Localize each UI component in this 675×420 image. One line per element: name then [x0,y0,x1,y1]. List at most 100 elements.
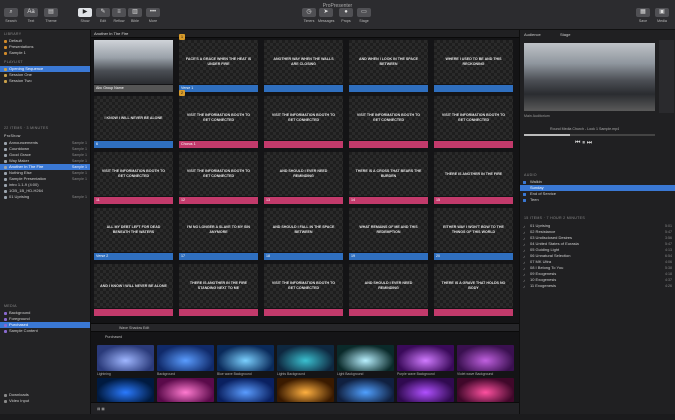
audio-playlist-item[interactable]: Teen [520,197,675,203]
playlist-icon [4,79,7,83]
slide[interactable]: ANOTHER WAY WHEN THE WALLS ARE CLOSING [264,40,343,93]
slide[interactable]: WHERE I USED TO BE AND THIS RECKONING [434,40,513,93]
stage-button[interactable]: ▭ Stage [357,8,371,28]
library-item-label: Sample 1 [9,50,26,55]
media-label: Blue wave Background [217,372,252,376]
list-view-icon[interactable]: ▤ ▦ [97,403,105,415]
slide[interactable]: THERE IS A CROSS THAT BEARS THE BURDEN 14 [349,152,428,205]
presentation-title: Another In The Fire [91,30,519,38]
slide[interactable]: VISIT THE INFORMATION BOOTH TO GET CONNE… [179,90,258,149]
media-image [457,345,514,371]
song-item-label: Countdown [9,146,30,151]
slide[interactable]: ALL MY DEBT LEFT FOR DEAD BENEATH THE WA… [94,208,173,261]
slide[interactable]: VISIT THE INFORMATION BOOTH TO GET CONNE… [434,96,513,149]
reflow-button[interactable]: ≡ Reflow [112,8,126,28]
footer-icon [4,393,7,397]
messages-button[interactable]: ➤ Messages [318,8,334,28]
audio-playlist-label: End of Service [530,191,557,196]
slide-text: THERE IS A GRAVE THAT HOLDS NO BODY [434,264,513,308]
timers-button[interactable]: ◷ Timers [302,8,316,28]
playlist-header: PLAYLIST [4,60,23,64]
right-panel: Audience Stage Main Auditorium Round Med… [519,30,675,414]
audio-playlists: Walkin Sunday End of Service Teen [520,179,675,203]
slide[interactable]: VISIT THE INFORMATION BOOTH TO GET CONNE… [264,96,343,149]
media-image [277,345,334,371]
slide[interactable]: I KNOW I WILL NEVER BE ALONE 6 [94,96,173,149]
slide[interactable]: VISIT THE INFORMATION BOOTH TO GET CONNE… [179,152,258,205]
media-label: Background [157,372,176,376]
bible-button[interactable]: ▥ Bible [128,8,142,28]
slide[interactable]: WHAT REMAINS OF ME AND THIS REDEMPTION 19 [349,208,428,261]
slide[interactable]: I'M NO LONGER A SLAVE TO MY SIN ANYMORE 1… [179,208,258,261]
media-folder-icon [4,317,7,321]
props-button[interactable]: ● Props [339,8,353,28]
media-label: Lights Background [277,372,306,376]
media-label: Purple wave Background [397,372,435,376]
slide-label-bar: 15 [434,197,513,204]
media-tab[interactable]: Purchased [91,333,519,342]
stage-tab[interactable]: Stage [560,32,570,37]
save-button[interactable]: ▦ Save [636,8,650,28]
slide-label-bar [264,309,343,316]
slide-text: VISIT THE INFORMATION BOOTH TO GET CONNE… [179,96,258,140]
more-button[interactable]: ••• More [146,8,160,28]
show-button[interactable]: ▶ Show [78,8,92,28]
playlist-item[interactable]: Session Two [0,78,90,84]
slide-group-badge: 2 [179,90,185,96]
text-button[interactable]: Aa Text [24,8,38,28]
slide[interactable]: VISIT THE INFORMATION BOOTH TO GET CONNE… [264,264,343,317]
left-footer: Downloads Video Input [0,392,90,404]
library-item[interactable]: Sample 1 [0,50,90,56]
slide[interactable]: THERE IS ANOTHER IN THE FIRE STANDING NE… [179,264,258,317]
slide[interactable]: THERE IS ANOTHER IN THE FIRE 15 [434,152,513,205]
edit-button[interactable]: ✎ Edit [96,8,110,28]
slide-text: AND SHOULD I EVER NEED REMINDING [264,152,343,196]
media-image [157,378,214,402]
song-item[interactable]: 01 Uprising Sample 1 [0,194,90,200]
search-button[interactable]: ⌕ Search [4,8,18,28]
slide-text: THERE IS ANOTHER IN THE FIRE STANDING NE… [179,264,258,308]
media-label: Lightning [97,372,111,376]
more-icon: ••• [146,8,160,17]
playback-controls[interactable]: ⏮ ⏸ ⏭ [575,140,592,147]
slide-text: AND SHOULD I FALL IN THE SPACE BETWEEN [264,208,343,252]
playlist-item-label: Session One [9,72,32,77]
folder-icon [4,45,7,49]
slide-label-bar: 13 [264,197,343,204]
playback-progress[interactable] [524,134,655,136]
document-icon [4,171,7,175]
media-button[interactable]: ▣ Media [655,8,669,28]
mid-bar-label: Wave Shadow Edit [119,326,150,330]
media-image [277,378,334,402]
slide[interactable]: AND WHEN I LOOK IN THE SPACE BETWEEN [349,40,428,93]
slide[interactable]: VISIT THE INFORMATION BOOTH TO GET CONNE… [94,152,173,205]
audio-track-name: 04 United States of Eurasia [530,241,579,246]
slide-group-badge: 1 [179,34,185,40]
theme-button[interactable]: ▤ Theme [44,8,58,28]
media-library-item[interactable]: Sample Content [0,328,90,334]
left-footer-item[interactable]: Video Input [0,398,90,404]
toolbar: ProPresenter ⌕ Search Aa Text ▤ Theme ▶ Show… [0,0,675,30]
media-library-label: Sample Content [9,328,38,333]
slide-label-bar: 18 [264,253,343,260]
library-item-label: Presentations [9,44,34,49]
left-sidebar: LIBRARY Default Presentations Sample 1 PLA… [0,30,91,414]
media-folder-icon [4,323,7,327]
slide[interactable]: AND SHOULD I EVER NEED REMINDING 13 [264,152,343,205]
song-item-label: Announcements [9,140,38,145]
slide-text: ALL MY DEBT LEFT FOR DEAD BENEATH THE WA… [94,208,173,252]
messages-icon: ➤ [319,8,333,17]
audio-track[interactable]: ♪ 11 Exogenesis 4:26 [520,283,675,289]
audience-tab[interactable]: Audience [524,32,541,37]
slide[interactable]: AND I KNOW I WILL NEVER BE ALONE [94,264,173,317]
slide[interactable]: EITHER WAY I WON'T BOW TO THE THINGS OF … [434,208,513,261]
slide[interactable]: FACE'S A GRACE WHEN THE HEAT IS UNDER FI… [179,34,258,93]
slide[interactable]: THERE IS A GRAVE THAT HOLDS NO BODY [434,264,513,317]
slide[interactable]: AND SHOULD I FALL IN THE SPACE BETWEEN 18 [264,208,343,261]
slide[interactable]: AND SHOULD I EVER NEED REMINDING [349,264,428,317]
library-item-label: Default [9,38,22,43]
footer-icon [4,399,7,403]
slide[interactable]: VISIT THE INFORMATION BOOTH TO GET CONNE… [349,96,428,149]
slide[interactable]: Abc Group Name [94,40,173,93]
